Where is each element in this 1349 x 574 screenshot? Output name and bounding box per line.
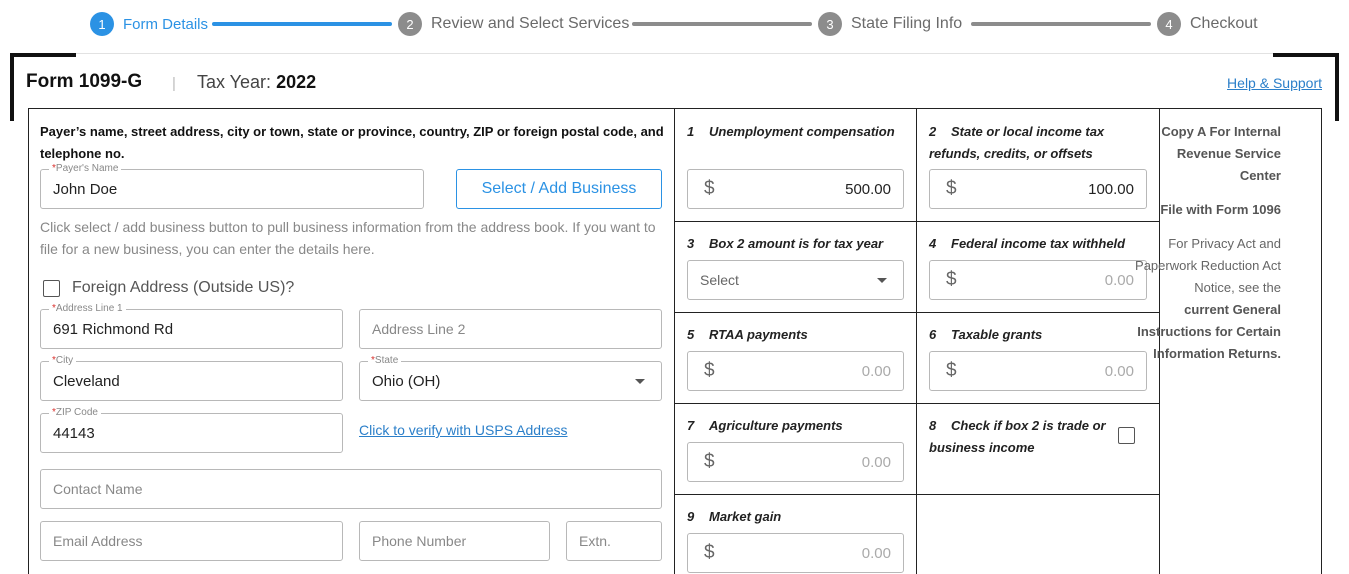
copy-a-text: Copy A For Internal Revenue Service Cent… — [1161, 124, 1281, 183]
title-separator: | — [172, 75, 176, 92]
field-placeholder: Address Line 2 — [372, 321, 466, 337]
step-number: 2 — [398, 12, 422, 36]
dollar-icon: $ — [946, 269, 957, 290]
field-value: Ohio (OH) — [372, 372, 441, 390]
step-label: Review and Select Services — [431, 15, 630, 32]
box6-amount-input[interactable]: $ 0.00 — [929, 351, 1147, 391]
box2-label: 2 State or local income tax refunds, cred… — [929, 124, 1105, 161]
amount-value: 500.00 — [845, 180, 891, 198]
step-number: 3 — [818, 12, 842, 36]
copy-info: Copy A For Internal Revenue Service Cent… — [1133, 121, 1281, 365]
help-support-link[interactable]: Help & Support — [1227, 75, 1322, 91]
zip-code-input[interactable]: *ZIP Code 44143 — [40, 407, 343, 453]
grid-divider — [674, 312, 1159, 313]
amount-placeholder: 0.00 — [861, 544, 891, 562]
privacy-notice-text: For Privacy Act and Paperwork Reduction … — [1135, 236, 1281, 295]
field-placeholder: Contact Name — [53, 481, 143, 497]
box6-label: 6 Taxable grants — [929, 327, 1043, 342]
form-card: Form 1099-G | Tax Year: 2022 Help & Supp… — [10, 53, 1339, 574]
box9-label: 9 Market gain — [687, 509, 782, 524]
step-state-filing[interactable]: 3 State Filing Info — [818, 12, 962, 36]
field-placeholder: Email Address — [53, 533, 143, 549]
box2-amount-input[interactable]: $ 100.00 — [929, 169, 1147, 209]
progress-stepper: 1 Form Details 2 Review and Select Servi… — [0, 0, 1349, 48]
box3-tax-year-select[interactable]: Select — [687, 260, 904, 300]
dollar-icon: $ — [704, 178, 715, 199]
grid-divider — [916, 109, 917, 574]
address-line2-input[interactable]: Address Line 2 — [359, 309, 662, 349]
box7-amount-input[interactable]: $ 0.00 — [687, 442, 904, 482]
step-connector — [632, 22, 812, 26]
step-checkout[interactable]: 4 Checkout — [1157, 12, 1258, 36]
dollar-icon: $ — [946, 178, 957, 199]
grid-divider — [674, 494, 1159, 495]
verify-usps-link[interactable]: Click to verify with USPS Address — [359, 422, 568, 438]
field-value: John Doe — [53, 180, 118, 198]
dollar-icon: $ — [704, 360, 715, 381]
payer-heading: Payer’s name, street address, city or to… — [40, 124, 664, 161]
field-value: 691 Richmond Rd — [53, 320, 174, 338]
form-grid: Payer’s name, street address, city or to… — [28, 108, 1322, 574]
payer-hint: Click select / add business button to pu… — [40, 219, 656, 257]
box5-amount-input[interactable]: $ 0.00 — [687, 351, 904, 391]
box3-label: 3 Box 2 amount is for tax year — [687, 236, 884, 251]
box4-amount-input[interactable]: $ 0.00 — [929, 260, 1147, 300]
tax-year: Tax Year: 2022 — [197, 72, 316, 93]
step-label: Checkout — [1190, 15, 1258, 32]
file-with-text: File with Form 1096 — [1160, 202, 1281, 217]
step-number: 4 — [1157, 12, 1181, 36]
box8-label: 8 Check if box 2 is trade or business inc… — [929, 418, 1106, 455]
tax-year-label: Tax Year: — [197, 72, 272, 92]
box7-label: 7 Agriculture payments — [687, 418, 843, 433]
field-value: Cleveland — [53, 372, 120, 390]
dollar-icon: $ — [946, 360, 957, 381]
field-placeholder: Extn. — [579, 533, 611, 549]
tax-year-value: 2022 — [276, 72, 317, 92]
step-review-services[interactable]: 2 Review and Select Services — [398, 12, 629, 36]
dollar-icon: $ — [704, 542, 715, 563]
foreign-address-checkbox[interactable] — [43, 280, 60, 297]
chevron-down-icon — [877, 278, 887, 283]
field-value: 44143 — [53, 424, 95, 442]
step-connector — [971, 22, 1151, 26]
city-input[interactable]: *City Cleveland — [40, 355, 343, 401]
step-number: 1 — [90, 12, 114, 36]
amount-value: 100.00 — [1088, 180, 1134, 198]
chevron-down-icon — [635, 379, 645, 384]
form-title: Form 1099-G — [26, 71, 143, 92]
box8-trade-business-checkbox[interactable] — [1118, 427, 1135, 444]
dollar-icon: $ — [704, 451, 715, 472]
address-line1-input[interactable]: *Address Line 1 691 Richmond Rd — [40, 303, 343, 349]
box1-amount-input[interactable]: $ 500.00 — [687, 169, 904, 209]
step-connector — [212, 22, 392, 26]
amount-placeholder: 0.00 — [1104, 271, 1134, 289]
phone-number-input[interactable]: Phone Number — [359, 521, 550, 561]
box4-label: 4 Federal income tax withheld — [929, 236, 1126, 251]
general-instructions-text: current General Instructions for Certain… — [1137, 302, 1281, 361]
extension-input[interactable]: Extn. — [566, 521, 662, 561]
step-label: Form Details — [123, 15, 209, 33]
payer-name-input[interactable]: *Payer's Name John Doe — [40, 163, 424, 209]
select-add-business-button[interactable]: Select / Add Business — [456, 169, 662, 209]
box1-label: 1 Unemployment compensation — [687, 124, 895, 139]
field-placeholder: Select — [700, 272, 739, 288]
field-placeholder: Phone Number — [372, 533, 467, 549]
grid-divider — [674, 221, 1159, 222]
box5-label: 5 RTAA payments — [687, 327, 808, 342]
amount-placeholder: 0.00 — [861, 453, 891, 471]
step-form-details[interactable]: 1 Form Details — [90, 12, 208, 36]
email-address-input[interactable]: Email Address — [40, 521, 343, 561]
step-label: State Filing Info — [851, 15, 963, 32]
contact-name-input[interactable]: Contact Name — [40, 469, 662, 509]
amount-placeholder: 0.00 — [1104, 362, 1134, 380]
foreign-address-label: Foreign Address (Outside US)? — [72, 279, 295, 296]
grid-divider — [674, 109, 675, 574]
state-select[interactable]: *State Ohio (OH) — [359, 355, 662, 401]
box9-amount-input[interactable]: $ 0.00 — [687, 533, 904, 573]
grid-divider — [674, 403, 1159, 404]
amount-placeholder: 0.00 — [861, 362, 891, 380]
